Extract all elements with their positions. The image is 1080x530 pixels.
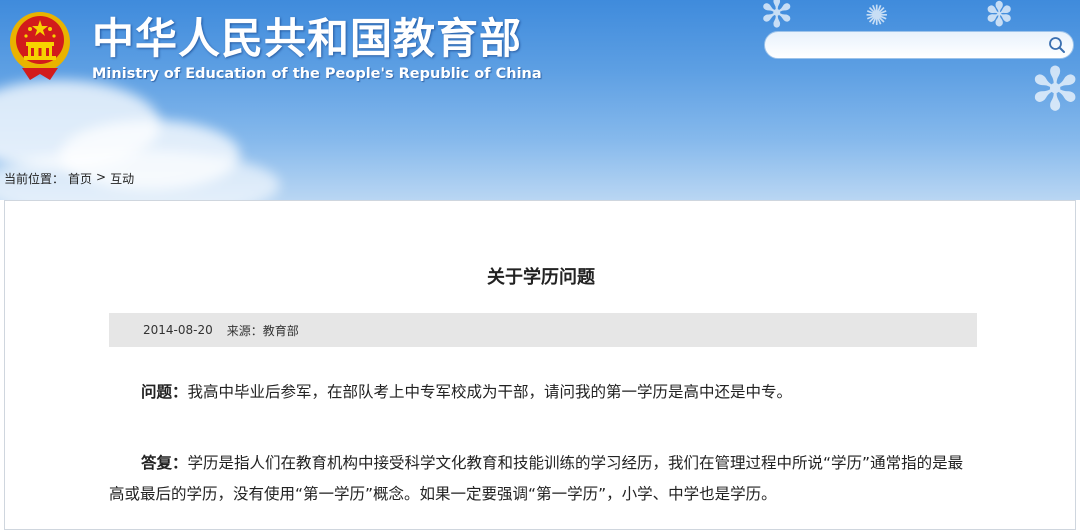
- question-label: 问题：: [141, 383, 188, 401]
- snowflake-decoration: ✽: [985, 0, 1014, 35]
- article-title: 关于学历问题: [487, 267, 595, 288]
- article-meta-bar: 2014-08-20 来源：教育部: [109, 313, 977, 347]
- question-paragraph: 问题：我高中毕业后参军，在部队考上中专军校成为干部，请问我的第一学历是高中还是中…: [141, 377, 981, 408]
- article-card: 关于学历问题 2014-08-20 来源：教育部 问题：我高中毕业后参军，在部队…: [4, 200, 1076, 530]
- snowflake-decoration: ✺: [865, 0, 889, 32]
- breadcrumb: 当前位置： 首页 > 互动: [4, 170, 134, 187]
- breadcrumb-prefix: 当前位置：: [4, 172, 65, 186]
- site-subtitle: Ministry of Education of the People's Re…: [92, 66, 542, 82]
- breadcrumb-home-link[interactable]: 首页: [68, 170, 92, 187]
- breadcrumb-current-link[interactable]: 互动: [110, 170, 134, 187]
- search-input[interactable]: [765, 33, 1041, 57]
- search-button[interactable]: [1041, 32, 1073, 58]
- question-text: 我高中毕业后参军，在部队考上中专军校成为干部，请问我的第一学历是高中还是中专。: [187, 383, 793, 401]
- national-emblem-icon: [10, 12, 70, 80]
- article-source: 来源：教育部: [226, 323, 299, 338]
- site-title: 中华人民共和国教育部: [92, 14, 523, 63]
- snowflake-decoration: ✻: [760, 0, 794, 37]
- answer-text: 学历是指人们在教育机构中接受科学文化教育和技能训练的学习经历，我们在管理过程中所…: [109, 454, 964, 503]
- answer-paragraph: 答复：学历是指人们在教育机构中接受科学文化教育和技能训练的学习经历，我们在管理过…: [109, 448, 975, 510]
- search-icon: [1049, 37, 1065, 53]
- article-date: 2014-08-20: [143, 323, 213, 337]
- header-banner: ✻ ✺ ✽ ✻ 中华人民共和国教育部 Ministry of Education…: [0, 0, 1080, 200]
- breadcrumb-separator: >: [96, 170, 107, 184]
- search-box: [764, 31, 1074, 59]
- answer-label: 答复：: [141, 454, 188, 472]
- snowflake-decoration: ✻: [1030, 55, 1080, 125]
